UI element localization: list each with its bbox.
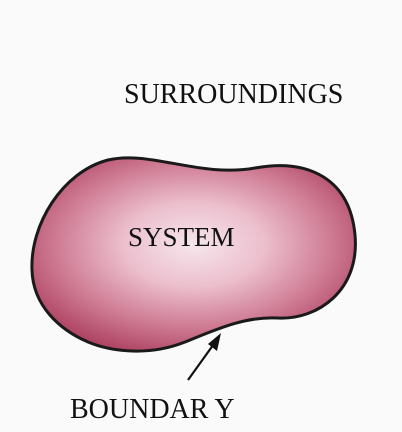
system-label: SYSTEM — [128, 222, 235, 252]
surroundings-label: SURROUNDINGS — [124, 79, 343, 110]
system-boundary-diagram: SURROUNDINGS SYSTEM BOUNDAR Y — [0, 0, 402, 432]
boundary-label: BOUNDAR Y — [70, 394, 235, 425]
